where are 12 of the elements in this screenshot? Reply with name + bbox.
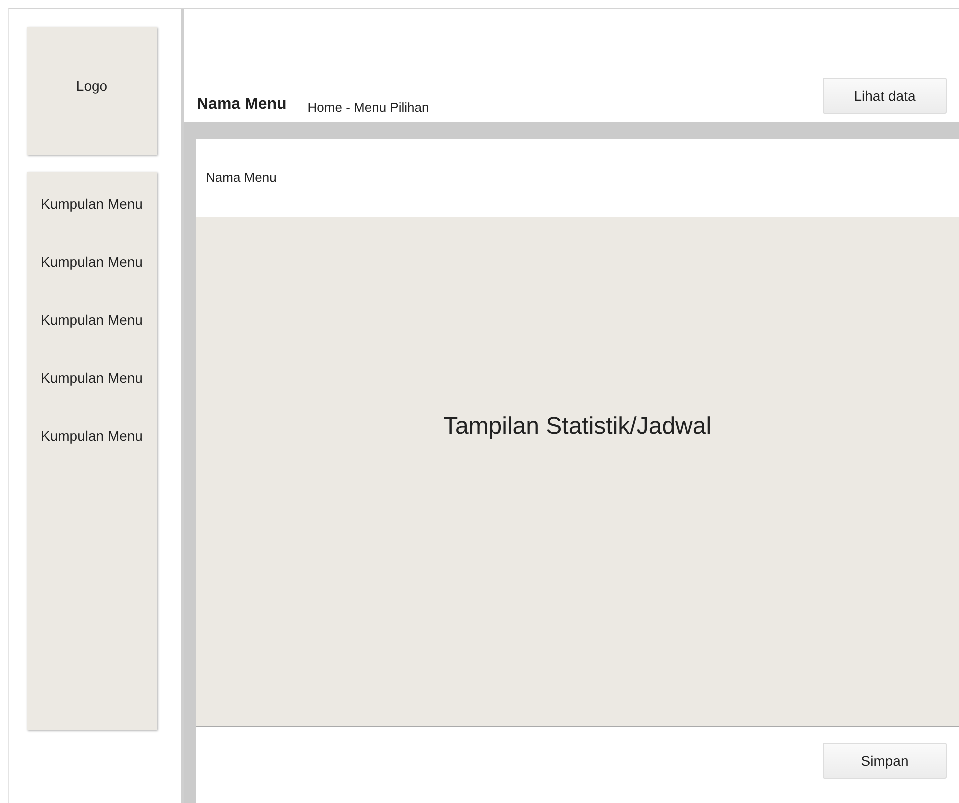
menu-item[interactable]: Kumpulan Menu (41, 369, 143, 387)
menu-item[interactable]: Kumpulan Menu (41, 311, 143, 329)
placeholder-label: Tampilan Statistik/Jadwal (443, 412, 712, 442)
logo-label: Logo (76, 76, 108, 96)
content-title: Nama Menu (206, 169, 277, 188)
menu-item[interactable]: Kumpulan Menu (41, 427, 143, 445)
save-button[interactable]: Simpan (823, 743, 947, 779)
page-title: Nama Menu (197, 95, 287, 115)
menu-item[interactable]: Kumpulan Menu (41, 195, 143, 213)
menu-item[interactable]: Kumpulan Menu (41, 253, 143, 271)
view-data-button[interactable]: Lihat data (823, 78, 947, 114)
breadcrumb: Home - Menu Pilihan (308, 98, 430, 116)
